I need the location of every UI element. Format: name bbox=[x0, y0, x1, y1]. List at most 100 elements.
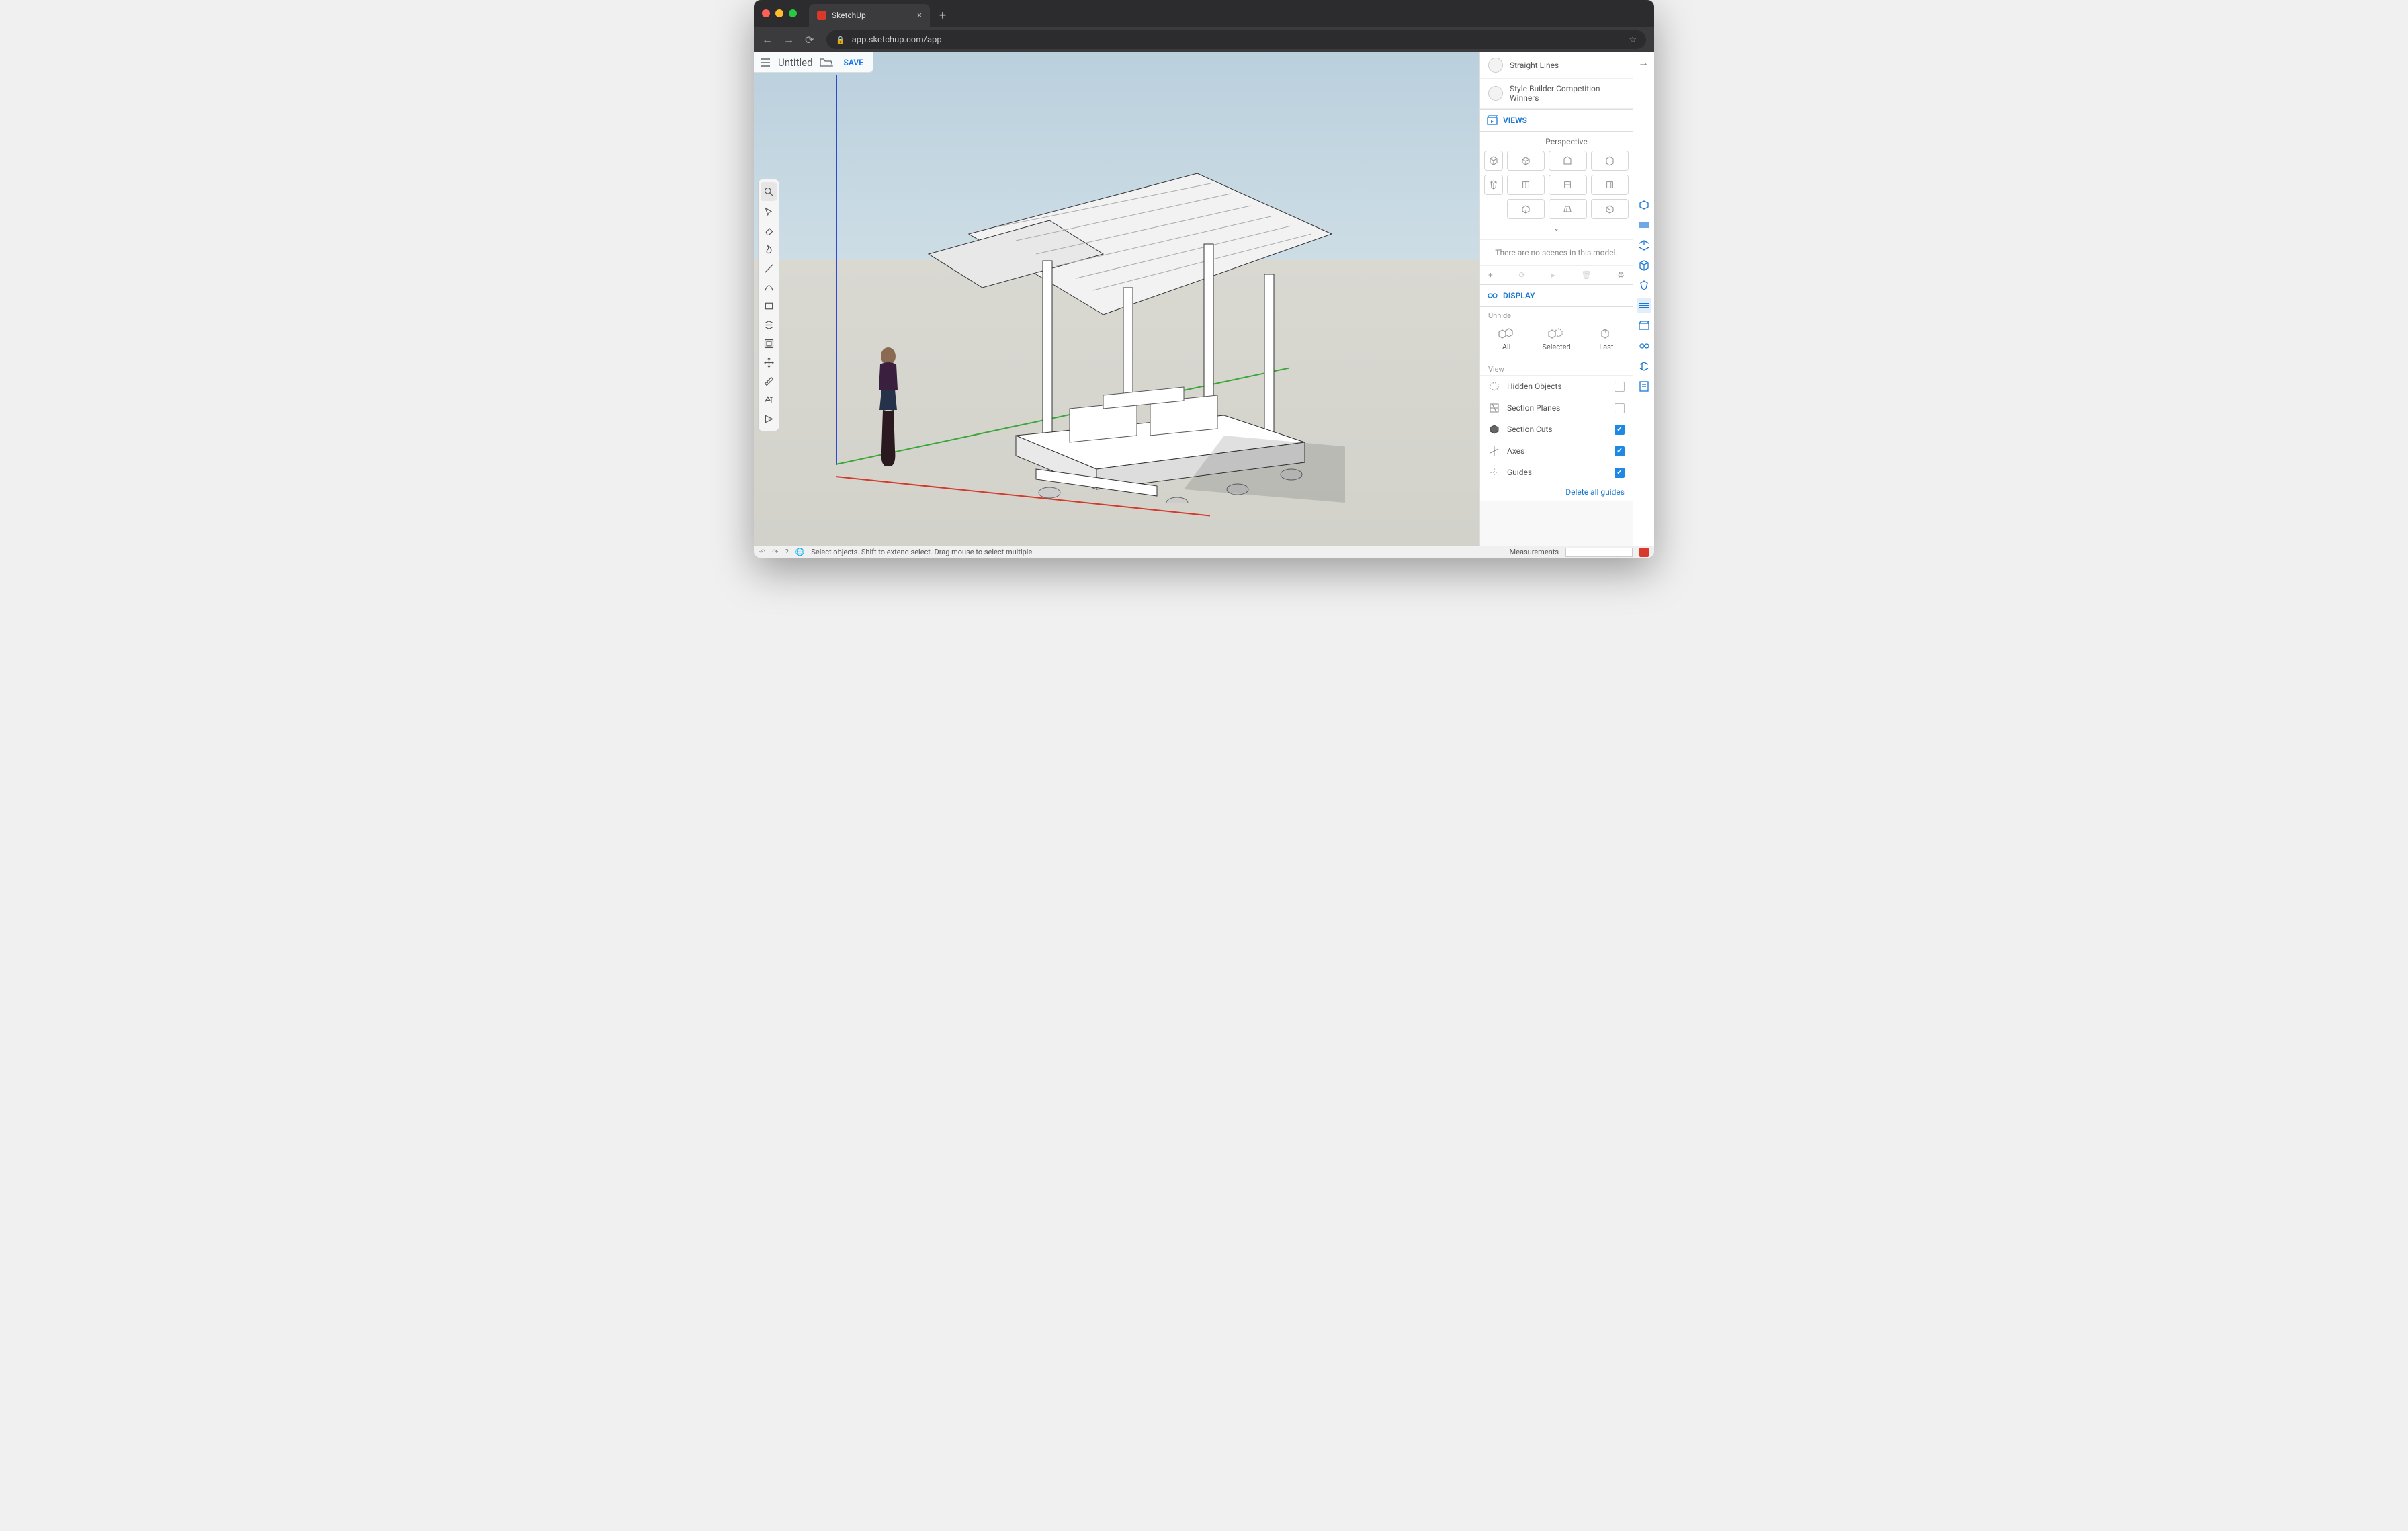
scale-figure bbox=[868, 344, 908, 472]
soften-tray-icon[interactable] bbox=[1637, 359, 1651, 374]
tab-title: SketchUp bbox=[832, 11, 866, 20]
undo-icon[interactable]: ↶ bbox=[759, 548, 765, 556]
offset-tool-icon[interactable] bbox=[759, 334, 779, 353]
view-iso-icon[interactable] bbox=[1507, 151, 1545, 171]
line-tool-icon[interactable] bbox=[759, 259, 779, 278]
delete-scene-icon[interactable]: 🗑 bbox=[1581, 270, 1591, 280]
view-perspective-icon[interactable] bbox=[1484, 175, 1503, 195]
text-tool-icon[interactable] bbox=[759, 390, 779, 409]
view-right-icon[interactable] bbox=[1507, 175, 1545, 195]
search-tool-icon[interactable] bbox=[761, 182, 777, 201]
styles-tray-icon[interactable] bbox=[1637, 278, 1651, 293]
opt-axes[interactable]: Axes bbox=[1480, 440, 1633, 462]
style-label: Style Builder Competition Winners bbox=[1510, 84, 1625, 103]
views-title: VIEWS bbox=[1503, 116, 1527, 125]
eraser-tool-icon[interactable] bbox=[759, 221, 779, 240]
browser-chrome: SketchUp × + ← → ⟳ 🔒 app.sketchup.com/ap… bbox=[754, 0, 1654, 52]
move-tool-icon[interactable] bbox=[759, 353, 779, 372]
checkbox[interactable] bbox=[1615, 446, 1625, 456]
opt-section-planes[interactable]: Section Planes bbox=[1480, 397, 1633, 419]
maximize-window-button[interactable] bbox=[789, 9, 797, 17]
view-options-list: Hidden Objects Section Planes Section Cu… bbox=[1480, 375, 1633, 483]
back-icon[interactable]: ← bbox=[762, 33, 774, 46]
opt-guides[interactable]: Guides bbox=[1480, 462, 1633, 483]
perspective-label: Perspective bbox=[1504, 137, 1629, 147]
status-hint: Select objects. Shift to extend select. … bbox=[811, 548, 1502, 556]
chevron-down-icon[interactable]: ⌄ bbox=[1484, 219, 1629, 237]
close-tab-icon[interactable]: × bbox=[917, 11, 922, 21]
window-controls bbox=[762, 0, 804, 27]
arc-tool-icon[interactable] bbox=[759, 278, 779, 296]
tags-tray-icon[interactable] bbox=[1637, 298, 1651, 313]
rectangle-tool-icon[interactable] bbox=[759, 296, 779, 315]
style-item-competition[interactable]: Style Builder Competition Winners bbox=[1480, 79, 1633, 109]
minimize-window-button[interactable] bbox=[775, 9, 783, 17]
new-tab-button[interactable]: + bbox=[935, 5, 950, 27]
checkbox[interactable] bbox=[1615, 403, 1625, 413]
app-header: Untitled SAVE bbox=[754, 52, 873, 73]
scene-settings-icon[interactable]: ⚙ bbox=[1617, 270, 1625, 280]
opt-hidden-objects[interactable]: Hidden Objects bbox=[1480, 376, 1633, 397]
sketchup-logo-icon bbox=[1639, 548, 1649, 557]
materials-icon[interactable] bbox=[1637, 258, 1651, 273]
redo-icon[interactable]: ↷ bbox=[772, 548, 778, 556]
view-bottom3-icon[interactable] bbox=[1591, 199, 1629, 219]
entity-info-icon[interactable] bbox=[1637, 198, 1651, 212]
view-bottom1-icon[interactable] bbox=[1507, 199, 1545, 219]
opt-section-cuts[interactable]: Section Cuts bbox=[1480, 419, 1633, 440]
menu-icon[interactable] bbox=[759, 56, 771, 69]
paint-tool-icon[interactable] bbox=[759, 240, 779, 259]
checkbox[interactable] bbox=[1615, 425, 1625, 435]
folder-open-icon[interactable] bbox=[820, 57, 833, 68]
view-back-icon[interactable] bbox=[1549, 175, 1586, 195]
scenes-tray-icon[interactable] bbox=[1637, 319, 1651, 333]
forward-icon[interactable]: → bbox=[783, 33, 796, 46]
bookmark-star-icon[interactable]: ☆ bbox=[1629, 35, 1637, 45]
save-button[interactable]: SAVE bbox=[840, 56, 867, 69]
add-scene-icon[interactable]: + bbox=[1488, 270, 1493, 280]
expand-panel-icon[interactable]: → bbox=[1638, 56, 1649, 69]
browser-tab[interactable]: SketchUp × bbox=[809, 4, 930, 27]
instructor-icon[interactable] bbox=[1637, 218, 1651, 233]
view-parallel-icon[interactable] bbox=[1484, 151, 1503, 171]
unhide-label: Unhide bbox=[1480, 307, 1633, 321]
scenes-toolbar: + ⟳ ▸ 🗑 ⚙ bbox=[1480, 265, 1633, 284]
red-axis bbox=[836, 476, 1210, 517]
play-scene-icon[interactable]: ▸ bbox=[1551, 270, 1555, 280]
display-tray-icon[interactable] bbox=[1637, 339, 1651, 354]
address-bar[interactable]: 🔒 app.sketchup.com/app ☆ bbox=[826, 30, 1646, 49]
style-item-straight-lines[interactable]: Straight Lines bbox=[1480, 52, 1633, 79]
checkbox[interactable] bbox=[1615, 382, 1625, 392]
tape-tool-icon[interactable] bbox=[759, 372, 779, 390]
update-scene-icon[interactable]: ⟳ bbox=[1518, 270, 1525, 280]
components-icon[interactable] bbox=[1637, 238, 1651, 253]
view-left-icon[interactable] bbox=[1591, 175, 1629, 195]
delete-all-guides-link[interactable]: Delete all guides bbox=[1480, 483, 1633, 501]
select-tool-icon[interactable] bbox=[759, 202, 779, 221]
pushpull-tool-icon[interactable] bbox=[759, 315, 779, 334]
view-top-icon[interactable] bbox=[1549, 151, 1586, 171]
section-tool-icon[interactable] bbox=[759, 409, 779, 428]
scenes-empty-text: There are no scenes in this model. bbox=[1480, 239, 1633, 265]
unhide-selected-button[interactable]: Selected bbox=[1542, 327, 1570, 351]
help-icon[interactable]: ? bbox=[785, 548, 788, 556]
close-window-button[interactable] bbox=[762, 9, 770, 17]
views-panel-header[interactable]: VIEWS bbox=[1480, 109, 1633, 132]
unhide-row: All Selected Last bbox=[1480, 321, 1633, 361]
display-panel-header[interactable]: DISPLAY bbox=[1480, 284, 1633, 307]
geo-icon[interactable]: 🌐 bbox=[796, 548, 805, 556]
reload-icon[interactable]: ⟳ bbox=[805, 34, 817, 46]
view-bottom2-icon[interactable] bbox=[1549, 199, 1586, 219]
3d-viewport[interactable] bbox=[754, 52, 1501, 546]
view-front-icon[interactable] bbox=[1591, 151, 1629, 171]
blue-axis bbox=[836, 75, 837, 465]
checkbox[interactable] bbox=[1615, 468, 1625, 478]
glasses-icon bbox=[1487, 290, 1498, 301]
measurements-input[interactable] bbox=[1565, 548, 1633, 557]
unhide-all-button[interactable]: All bbox=[1498, 327, 1515, 351]
modelinfo-tray-icon[interactable] bbox=[1637, 379, 1651, 394]
unhide-last-button[interactable]: Last bbox=[1598, 327, 1615, 351]
hidden-icon bbox=[1488, 380, 1500, 392]
clapper-icon bbox=[1487, 115, 1498, 126]
style-thumb-icon bbox=[1488, 86, 1503, 101]
